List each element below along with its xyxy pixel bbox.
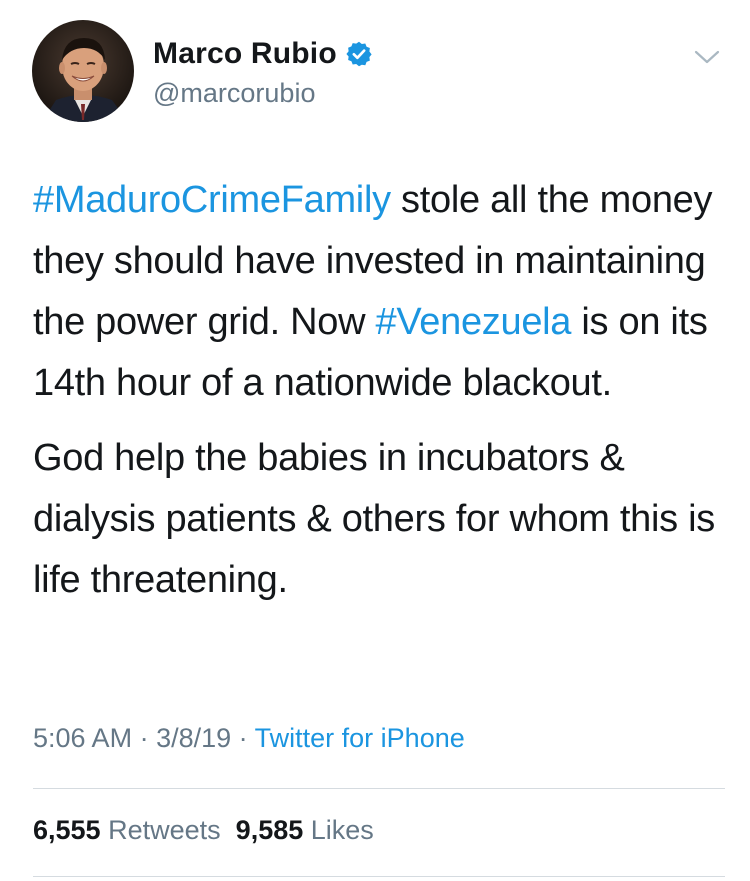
tweet-time[interactable]: 5:06 AM bbox=[33, 723, 132, 753]
hashtag-link[interactable]: #Venezuela bbox=[376, 301, 572, 343]
retweets-stat[interactable]: 6,555 Retweets bbox=[33, 815, 221, 845]
tweet-meta: 5:06 AM · 3/8/19 · Twitter for iPhone bbox=[33, 723, 465, 754]
divider bbox=[33, 876, 725, 877]
tweet-stats: 6,555 Retweets 9,585 Likes bbox=[33, 815, 374, 846]
tweet-paragraph-1: #MaduroCrimeFamily stole all the money t… bbox=[33, 170, 733, 414]
author-name[interactable]: Marco Rubio bbox=[153, 37, 337, 71]
verified-badge-icon bbox=[345, 40, 373, 68]
chevron-down-icon[interactable] bbox=[692, 46, 722, 68]
meta-separator: · bbox=[231, 723, 255, 753]
divider bbox=[33, 788, 725, 789]
avatar[interactable] bbox=[32, 20, 134, 122]
tweet-text: #MaduroCrimeFamily stole all the money t… bbox=[33, 170, 733, 611]
likes-count: 9,585 bbox=[235, 815, 304, 845]
tweet-card: Marco Rubio @marcorubio #MaduroCrimeFami… bbox=[0, 0, 750, 881]
author-handle[interactable]: @marcorubio bbox=[153, 78, 315, 109]
meta-separator: · bbox=[132, 723, 157, 753]
tweet-paragraph-2: God help the babies in incubators & dial… bbox=[33, 437, 715, 601]
author-name-row[interactable]: Marco Rubio bbox=[153, 36, 373, 72]
hashtag-link[interactable]: #MaduroCrimeFamily bbox=[33, 179, 391, 221]
retweets-count: 6,555 bbox=[33, 815, 101, 845]
likes-label: Likes bbox=[310, 815, 374, 845]
likes-stat[interactable]: 9,585 Likes bbox=[236, 815, 374, 845]
tweet-source-link[interactable]: Twitter for iPhone bbox=[255, 723, 465, 753]
avatar-portrait-image bbox=[32, 20, 134, 122]
retweets-label: Retweets bbox=[108, 815, 221, 845]
tweet-date[interactable]: 3/8/19 bbox=[156, 723, 231, 753]
